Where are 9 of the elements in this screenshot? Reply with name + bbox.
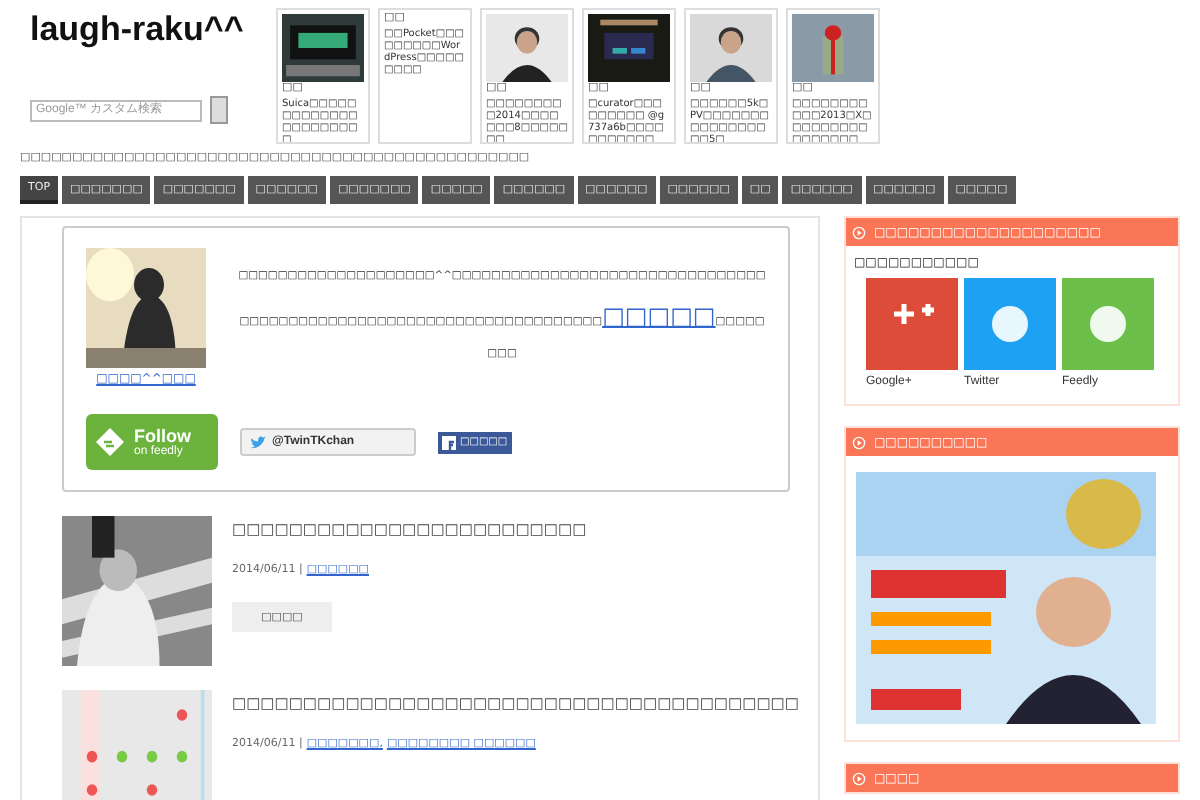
bird-icon <box>250 435 266 449</box>
site-title[interactable]: laugh-raku^^ <box>30 8 248 53</box>
facebook-icon <box>442 435 456 449</box>
search-button[interactable] <box>209 96 228 125</box>
play-circle-icon <box>852 435 866 449</box>
play-circle-icon <box>852 225 866 239</box>
play-circle-icon <box>852 771 866 785</box>
profile-highlight-link[interactable]: □□□□□ <box>602 301 716 330</box>
feed-icon <box>94 426 126 458</box>
